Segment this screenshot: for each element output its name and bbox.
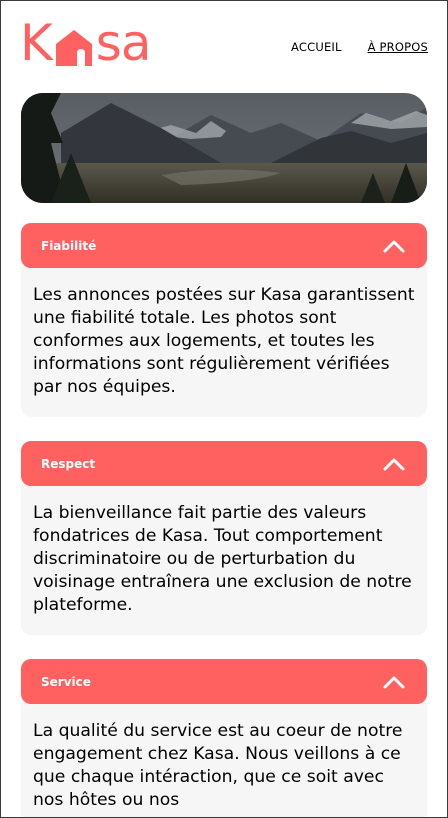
banner-image bbox=[21, 93, 427, 203]
kasa-logo[interactable]: K sa bbox=[20, 18, 151, 68]
accordion-title: Respect bbox=[41, 456, 96, 471]
logo-letter-k: K bbox=[20, 14, 53, 72]
accordion-content: La bienveillance fait partie des valeurs… bbox=[21, 480, 427, 635]
accordion-title: Fiabilité bbox=[41, 238, 97, 253]
accordion-content: Les annonces postées sur Kasa garantisse… bbox=[21, 262, 427, 417]
section-respect: Respect La bienveillance fait partie des… bbox=[21, 441, 427, 635]
accordion-content: La qualité du service est au coeur de no… bbox=[21, 698, 427, 818]
main-nav: ACCUEIL À PROPOS bbox=[291, 40, 428, 54]
logo-letters-sa: sa bbox=[95, 14, 152, 72]
house-icon bbox=[54, 20, 94, 68]
chevron-up-icon[interactable] bbox=[381, 454, 407, 474]
accordion-header[interactable]: Fiabilité bbox=[21, 223, 427, 268]
mountain-landscape-image bbox=[21, 93, 427, 203]
chevron-up-icon[interactable] bbox=[381, 672, 407, 692]
nav-link-home[interactable]: ACCUEIL bbox=[291, 40, 342, 54]
section-service: Service La qualité du service est au coe… bbox=[21, 659, 427, 818]
accordion-header[interactable]: Service bbox=[21, 659, 427, 704]
chevron-up-icon[interactable] bbox=[381, 236, 407, 256]
accordion-title: Service bbox=[41, 674, 91, 689]
site-header: K sa ACCUEIL À PROPOS bbox=[20, 18, 428, 74]
section-fiabilite: Fiabilité Les annonces postées sur Kasa … bbox=[21, 223, 427, 417]
accordion-header[interactable]: Respect bbox=[21, 441, 427, 486]
nav-link-about[interactable]: À PROPOS bbox=[368, 40, 428, 54]
